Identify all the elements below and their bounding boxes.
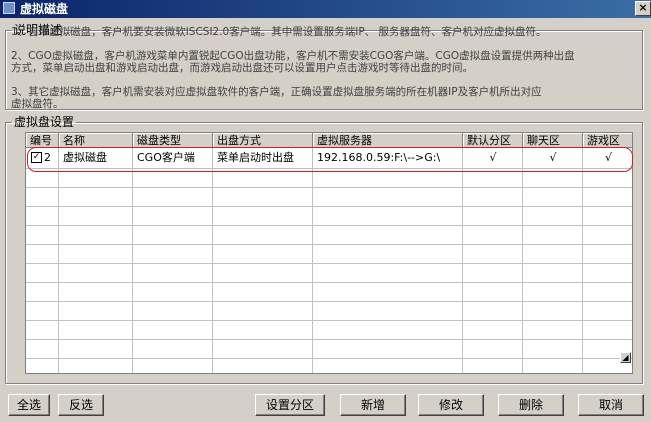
resize-grip-icon[interactable]: ◢ xyxy=(620,352,631,363)
cell-disk-type: CGO客户端 xyxy=(137,151,195,164)
description-line-3: 3、其它虚拟磁盘，客户机需安装对应虚拟盘软件的客户端，正确设置虚拟盘服务端的所在… xyxy=(11,86,542,110)
set-partition-button[interactable]: 设置分区 xyxy=(255,394,325,416)
column-header-id[interactable]: 编号 xyxy=(26,133,59,148)
edit-button[interactable]: 修改 xyxy=(418,394,484,416)
column-header-server[interactable]: 虚拟服务器 xyxy=(313,133,463,148)
invert-selection-button[interactable]: 反选 xyxy=(58,394,104,416)
description-line-1: 1、自带虚拟磁盘，客户机要安装微软ISCSI2.0客户端。其中需设置服务端IP、… xyxy=(11,26,547,38)
column-header-default-partition[interactable]: 默认分区 xyxy=(463,133,523,148)
cell-mount-mode: 菜单启动时出盘 xyxy=(217,151,294,164)
delete-button[interactable]: 删除 xyxy=(498,394,564,416)
column-header-chat-zone[interactable]: 聊天区 xyxy=(523,133,583,148)
column-header-name[interactable]: 名称 xyxy=(59,133,133,148)
cell-game-zone: √ xyxy=(604,151,612,164)
cell-server: 192.168.0.59:F:\-->G:\ xyxy=(317,151,441,164)
table-header: 编号 名称 磁盘类型 出盘方式 虚拟服务器 默认分区 聊天区 游戏区 xyxy=(26,133,632,148)
app-icon xyxy=(3,2,15,14)
cell-name: 虚拟磁盘 xyxy=(63,151,107,164)
cell-chat-zone: √ xyxy=(549,151,557,164)
vdisk-legend: 虚拟盘设置 xyxy=(14,115,75,129)
column-header-game-zone[interactable]: 游戏区 xyxy=(583,133,632,148)
add-button[interactable]: 新增 xyxy=(340,394,406,416)
column-header-mount-mode[interactable]: 出盘方式 xyxy=(213,133,313,148)
select-all-button[interactable]: 全选 xyxy=(8,394,50,416)
description-line-2: 2、CGO虚拟磁盘，客户机游戏菜单内置锐起CGO出盘功能，客户机不需安装CGO客… xyxy=(11,50,575,74)
vdisk-table[interactable]: 编号 名称 磁盘类型 出盘方式 虚拟服务器 默认分区 聊天区 游戏区 ✓ 2 虚… xyxy=(25,132,633,374)
column-header-disk-type[interactable]: 磁盘类型 xyxy=(133,133,213,148)
close-button[interactable]: × xyxy=(635,1,651,16)
cancel-button[interactable]: 取消 xyxy=(578,394,644,416)
cell-default-partition: √ xyxy=(489,151,497,164)
description-text: 1、自带虚拟磁盘，客户机要安装微软ISCSI2.0客户端。其中需设置服务端IP、… xyxy=(11,14,637,122)
cell-id: 2 xyxy=(44,151,51,164)
